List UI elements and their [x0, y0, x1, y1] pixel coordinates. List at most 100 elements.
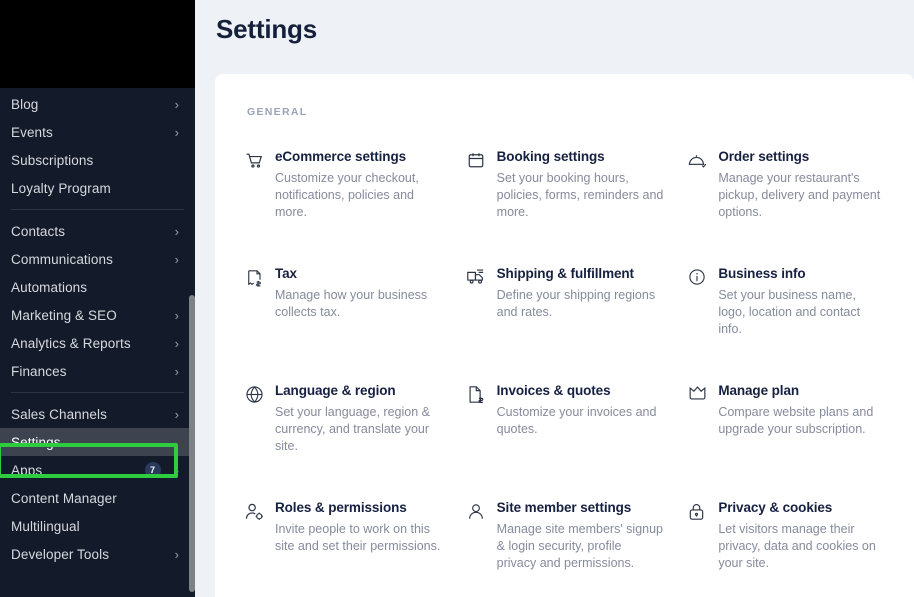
sidebar-item-label: Finances	[11, 364, 169, 379]
sidebar-item-loyalty-program[interactable]: Loyalty Program	[0, 174, 195, 202]
info-circle-icon	[688, 266, 718, 363]
settings-tile-text: Tax Manage how your business collects tax…	[275, 266, 443, 363]
settings-tile-text: Language & region Set your language, regi…	[275, 383, 443, 480]
settings-tile-description: Invite people to work on this site and s…	[275, 521, 443, 555]
settings-tile-title[interactable]: Roles & permissions	[275, 500, 443, 515]
settings-tile-grid: eCommerce settingsCustomize your checkou…	[233, 139, 898, 597]
settings-tile-description: Set your booking hours, policies, forms,…	[497, 170, 665, 221]
settings-tile-title[interactable]: Site member settings	[497, 500, 665, 515]
sidebar-item-analytics-reports[interactable]: Analytics & Reports ›	[0, 329, 195, 357]
sidebar-item-content-manager[interactable]: Content Manager	[0, 484, 195, 512]
settings-tile-text: Privacy & cookiesLet visitors manage the…	[718, 500, 886, 597]
settings-tile-text: Site member settings Manage site members'…	[497, 500, 665, 597]
settings-tile-text: Manage plan Compare website plans and upg…	[718, 383, 886, 480]
settings-tile-title[interactable]: Privacy & cookies	[718, 500, 886, 515]
sidebar-item-label: Sales Channels	[11, 407, 169, 422]
sidebar-item-label: Loyalty Program	[11, 181, 173, 196]
settings-tile-manage-plan[interactable]: Manage plan Compare website plans and upg…	[676, 373, 898, 490]
settings-tile-site-member-settings[interactable]: Site member settings Manage site members'…	[455, 490, 677, 597]
chevron-right-icon: ›	[175, 337, 179, 350]
settings-tile-title[interactable]: Tax	[275, 266, 443, 281]
chevron-right-icon: ›	[175, 548, 179, 561]
sidebar-top-block	[0, 0, 195, 88]
settings-tile-title[interactable]: Manage plan	[718, 383, 886, 398]
settings-tile-text: Order settings Manage your restaurant's p…	[718, 149, 886, 246]
settings-tile-ecommerce-settings[interactable]: eCommerce settingsCustomize your checkou…	[233, 139, 455, 256]
settings-tile-shipping-fulfillment[interactable]: Shipping & fulfillment Define your shippi…	[455, 256, 677, 373]
settings-tile-title[interactable]: Shipping & fulfillment	[497, 266, 665, 281]
settings-tile-text: Shipping & fulfillment Define your shippi…	[497, 266, 665, 363]
sidebar-item-sales-channels[interactable]: Sales Channels ›	[0, 400, 195, 428]
settings-tile-roles-permissions[interactable]: Roles & permissions Invite people to work…	[233, 490, 455, 597]
chevron-right-icon: ›	[175, 365, 179, 378]
sidebar-item-apps[interactable]: Apps7 ›	[0, 456, 195, 484]
invoice-document-icon	[467, 383, 497, 480]
settings-tile-description: Manage your restaurant's pickup, deliver…	[718, 170, 886, 221]
sidebar-nav-list: Gift CardBlog›Events›SubscriptionsLoyalt…	[0, 0, 195, 597]
sidebar-item-multilingual[interactable]: Multilingual	[0, 512, 195, 540]
sidebar-item-label: Content Manager	[11, 491, 173, 506]
settings-tile-text: Roles & permissions Invite people to work…	[275, 500, 443, 597]
sidebar-item-developer-tools[interactable]: Developer Tools›	[0, 540, 195, 568]
settings-tile-description: Customize your invoices and quotes.	[497, 404, 665, 438]
settings-tile-title[interactable]: Booking settings	[497, 149, 665, 164]
settings-tile-description: Compare website plans and upgrade your s…	[718, 404, 886, 438]
sidebar-item-label: Marketing & SEO	[11, 308, 169, 323]
settings-tile-text: Business infoSet your business name, log…	[718, 266, 886, 363]
sidebar-item-label: Analytics & Reports	[11, 336, 169, 351]
sidebar-divider	[11, 209, 184, 210]
settings-tile-invoices-quotes[interactable]: Invoices & quotes Customize your invoices…	[455, 373, 677, 490]
sidebar-divider	[11, 392, 184, 393]
sidebar-item-label: Apps	[11, 463, 145, 478]
sidebar-item-contacts[interactable]: Contacts ›	[0, 217, 195, 245]
settings-tile-description: Define your shipping regions and rates.	[497, 287, 665, 321]
delivery-truck-icon	[467, 266, 497, 363]
settings-tile-business-info[interactable]: Business infoSet your business name, log…	[676, 256, 898, 373]
settings-tile-privacy-cookies[interactable]: Privacy & cookiesLet visitors manage the…	[676, 490, 898, 597]
settings-tile-tax[interactable]: Tax Manage how your business collects tax…	[233, 256, 455, 373]
user-icon	[467, 500, 497, 597]
settings-tile-title[interactable]: Language & region	[275, 383, 443, 398]
settings-tile-title[interactable]: Invoices & quotes	[497, 383, 665, 398]
sidebar-item-events[interactable]: Events›	[0, 118, 195, 146]
calendar-icon	[467, 149, 497, 246]
tax-receipt-icon	[245, 266, 275, 363]
settings-tile-text: Invoices & quotes Customize your invoices…	[497, 383, 665, 480]
sidebar-item-settings[interactable]: Settings	[0, 428, 195, 456]
sidebar-item-automations[interactable]: Automations	[0, 273, 195, 301]
sidebar-item-badge: 7	[145, 462, 161, 478]
settings-tile-description: Manage site members' signup & login secu…	[497, 521, 665, 572]
chevron-right-icon: ›	[175, 225, 179, 238]
chevron-right-icon: ›	[175, 408, 179, 421]
sidebar-item-label: Blog	[11, 97, 169, 112]
food-cover-check-icon	[688, 149, 718, 246]
sidebar-item-label: Communications	[11, 252, 169, 267]
settings-tile-title[interactable]: Order settings	[718, 149, 886, 164]
settings-tile-order-settings[interactable]: Order settings Manage your restaurant's p…	[676, 139, 898, 256]
sidebar-item-blog[interactable]: Blog ›	[0, 90, 195, 118]
settings-tile-text: Booking settings Set your booking hours, …	[497, 149, 665, 246]
shopping-cart-icon	[245, 149, 275, 246]
settings-tile-language-region[interactable]: Language & region Set your language, regi…	[233, 373, 455, 490]
sidebar-item-finances[interactable]: Finances ›	[0, 357, 195, 385]
sidebar-item-label: Contacts	[11, 224, 169, 239]
user-gear-icon	[245, 500, 275, 597]
settings-tile-booking-settings[interactable]: Booking settings Set your booking hours, …	[455, 139, 677, 256]
chevron-right-icon: ›	[175, 309, 179, 322]
chevron-right-icon: ›	[175, 464, 179, 477]
section-label-general: GENERAL	[247, 106, 307, 118]
sidebar-item-subscriptions[interactable]: Subscriptions	[0, 146, 195, 174]
settings-tile-description: Set your language, region & currency, an…	[275, 404, 443, 455]
sidebar-item-communications[interactable]: Communications›	[0, 245, 195, 273]
sidebar-item-label: Subscriptions	[11, 153, 173, 168]
sidebar-item-label: Multilingual	[11, 519, 173, 534]
settings-tile-text: eCommerce settingsCustomize your checkou…	[275, 149, 443, 246]
main-content: Settings GENERAL eCommerce settingsCusto…	[195, 0, 914, 597]
settings-tile-title[interactable]: eCommerce settings	[275, 149, 443, 164]
settings-tile-title[interactable]: Business info	[718, 266, 886, 281]
chevron-right-icon: ›	[175, 98, 179, 111]
sidebar-item-label: Events	[11, 125, 169, 140]
settings-tile-description: Manage how your business collects tax.	[275, 287, 443, 321]
sidebar-item-marketing-seo[interactable]: Marketing & SEO ›	[0, 301, 195, 329]
main-sidebar: Gift CardBlog›Events›SubscriptionsLoyalt…	[0, 0, 195, 597]
